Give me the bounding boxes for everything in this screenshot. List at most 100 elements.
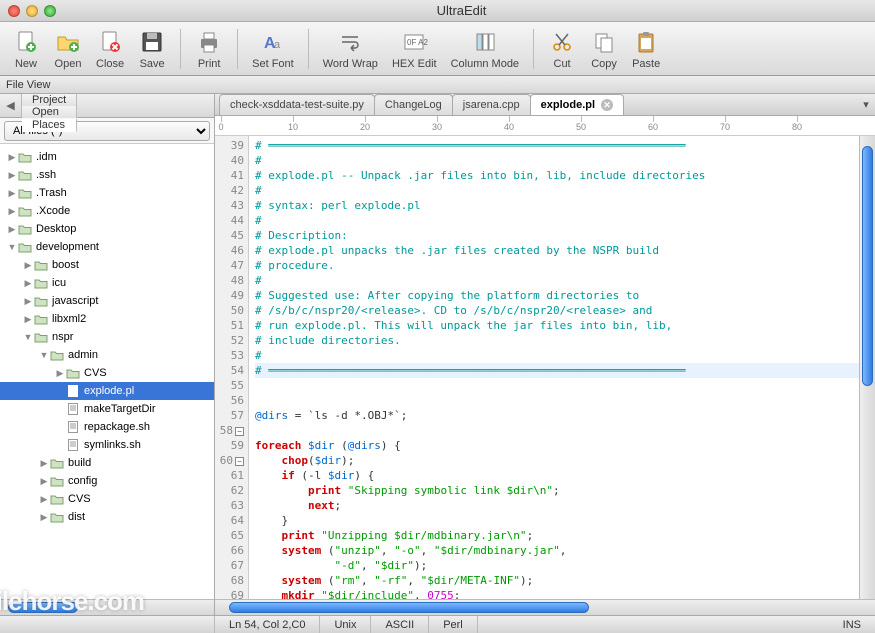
close-button[interactable]: Close [90,26,130,72]
wordwrap-button[interactable]: Word Wrap [317,26,384,72]
cut-button[interactable]: Cut [542,26,582,72]
folder-plus-icon [54,28,82,56]
tree-folder[interactable]: ▶config [0,472,214,490]
tree-folder[interactable]: ▶ icu [0,274,214,292]
tree-label: explode.pl [84,385,134,397]
tree-label: CVS [84,367,107,379]
disclosure-icon[interactable]: ▶ [22,314,34,325]
setfont-button[interactable]: AaSet Font [246,26,300,72]
disclosure-icon[interactable]: ▶ [54,368,66,379]
disclosure-icon[interactable]: ▼ [38,350,50,360]
tree-folder[interactable]: ▶ .Xcode [0,202,214,220]
window-title: UltraEdit [56,3,867,18]
folder-icon [18,222,32,236]
disclosure-icon[interactable]: ▶ [22,296,34,307]
disclosure-icon[interactable]: ▶ [38,494,50,505]
disclosure-icon[interactable]: ▶ [6,188,18,199]
tree-folder[interactable]: ▼admin [0,346,214,364]
hexedit-button[interactable]: 0F A2HEX Edit [386,26,443,72]
tree-label: .idm [36,151,57,163]
disclosure-icon[interactable]: ▶ [38,458,50,469]
minimize-window-icon[interactable] [26,5,38,17]
tree-label: icu [52,277,66,289]
disclosure-icon[interactable]: ▶ [22,260,34,271]
editor-tab[interactable]: check-xsddata-test-suite.py [219,94,375,115]
nav-back-button[interactable]: ◀ [0,94,22,117]
tab-overflow-button[interactable]: ▾ [857,94,875,115]
status-insert-mode[interactable]: INS [829,616,875,633]
folder-icon [50,492,64,506]
folder-open-icon [50,348,64,362]
status-language[interactable]: Perl [429,616,478,633]
disclosure-icon[interactable]: ▶ [6,152,18,163]
print-button[interactable]: Print [189,26,229,72]
tab-label: explode.pl [541,99,595,111]
tree-label: nspr [52,331,73,343]
tree-folder[interactable]: ▶libxml2 [0,310,214,328]
tree-file[interactable]: makeTargetDir [0,400,214,418]
code-editor[interactable]: # ══════════════════════════════════════… [249,136,859,599]
disclosure-icon[interactable]: ▶ [38,512,50,523]
save-button[interactable]: Save [132,26,172,72]
sidebar-hscrollbar[interactable] [0,599,214,615]
disclosure-icon[interactable]: ▶ [6,224,18,235]
close-tab-icon[interactable]: ✕ [601,99,613,111]
folder-icon [18,168,32,182]
open-button[interactable]: Open [48,26,88,72]
status-position: Ln 54, Col 2,C0 [215,616,320,633]
disclosure-icon[interactable]: ▼ [22,332,34,342]
editor-tab[interactable]: ChangeLog [374,94,453,115]
tree-label: CVS [68,493,91,505]
disclosure-icon[interactable]: ▶ [6,170,18,181]
editor-tab[interactable]: explode.pl ✕ [530,94,624,115]
editor-tab[interactable]: jsarena.cpp [452,94,531,115]
tree-folder[interactable]: ▶ CVS [0,490,214,508]
tree-file[interactable]: repackage.sh [0,418,214,436]
tree-folder[interactable]: ▶build [0,454,214,472]
toolbar-label: Copy [591,58,617,70]
tree-folder[interactable]: ▼development [0,238,214,256]
folder-icon [34,312,48,326]
tree-label: .Trash [36,187,67,199]
scissors-icon [548,28,576,56]
tree-file[interactable]: symlinks.sh [0,436,214,454]
colmode-button[interactable]: Column Mode [445,26,525,72]
status-eol[interactable]: Unix [320,616,371,633]
disclosure-icon[interactable]: ▶ [6,206,18,217]
fold-icon[interactable]: − [235,457,244,466]
file-tree[interactable]: ▶.idm▶.ssh▶.Trash▶.Xcode▶Desktop▼develop… [0,144,214,599]
tree-folder[interactable]: ▶Desktop [0,220,214,238]
hex-icon: 0F A2 [400,28,428,56]
sidebar-tab-open[interactable]: Open [22,106,77,118]
tree-file[interactable]: explode.pl [0,382,214,400]
status-encoding[interactable]: ASCII [371,616,429,633]
file-icon [66,438,80,452]
toolbar-label: Cut [554,58,571,70]
tree-label: .Xcode [36,205,70,217]
tree-folder[interactable]: ▶boost [0,256,214,274]
new-button[interactable]: New [6,26,46,72]
disclosure-icon[interactable]: ▶ [22,278,34,289]
tree-folder[interactable]: ▼ nspr [0,328,214,346]
tree-folder[interactable]: ▶.ssh [0,166,214,184]
zoom-window-icon[interactable] [44,5,56,17]
toolbar-label: Set Font [252,58,294,70]
fold-icon[interactable]: − [235,427,244,436]
disclosure-icon[interactable]: ▼ [6,242,18,252]
disclosure-icon[interactable]: ▶ [38,476,50,487]
folder-icon [18,204,32,218]
close-window-icon[interactable] [8,5,20,17]
sidebar-tab-project[interactable]: Project [22,94,77,106]
folder-icon [66,366,80,380]
tree-label: makeTargetDir [84,403,156,415]
sidebar-tab-places[interactable]: Places [22,119,77,132]
editor-vscrollbar[interactable] [859,136,875,599]
paste-button[interactable]: Paste [626,26,666,72]
editor-hscrollbar[interactable] [215,599,875,615]
tree-folder[interactable]: ▶ .idm [0,148,214,166]
tree-folder[interactable]: ▶ .Trash [0,184,214,202]
tree-folder[interactable]: ▶dist [0,508,214,526]
tree-folder[interactable]: ▶ CVS [0,364,214,382]
copy-button[interactable]: Copy [584,26,624,72]
tree-folder[interactable]: ▶javascript [0,292,214,310]
